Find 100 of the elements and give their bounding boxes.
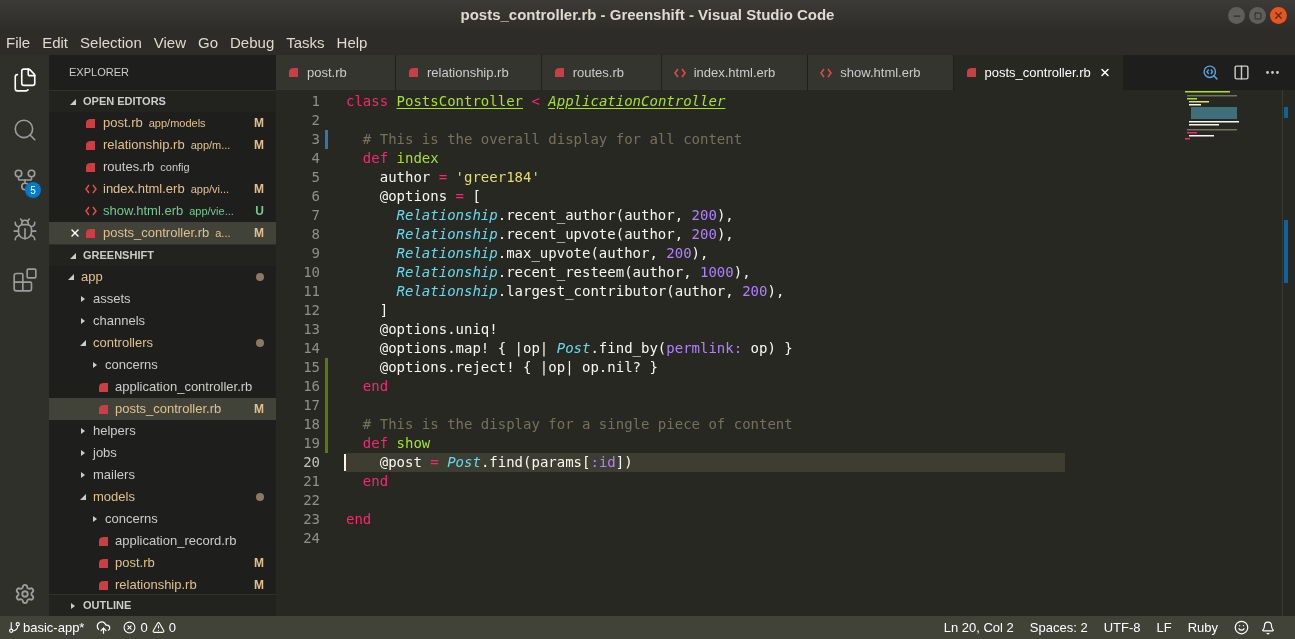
open-editor-item[interactable]: index.html.erb app/vi... M (49, 178, 276, 200)
code-brackets-icon (85, 184, 97, 194)
folder-row[interactable]: helpers (49, 420, 276, 442)
line-number: 24 (302, 529, 321, 548)
ruby-file-icon (98, 557, 109, 569)
ruby-file-icon (85, 117, 96, 129)
file-row[interactable]: application_controller.rb (49, 376, 276, 398)
ruby-file-icon (98, 403, 109, 415)
ruby-file-icon (85, 139, 96, 151)
file-path: app/vie... (189, 203, 234, 219)
folder-name: mailers (93, 466, 135, 485)
file-name: post.rb (103, 114, 143, 133)
line-number: 16 (302, 377, 321, 396)
folder-row[interactable]: concerns (49, 354, 276, 376)
folder-row[interactable]: channels (49, 310, 276, 332)
open-editor-item[interactable]: routes.rb config (49, 156, 276, 178)
caret-right-icon (91, 361, 99, 369)
file-row[interactable]: relationship.rb M (49, 574, 276, 594)
settings-icon[interactable] (13, 582, 36, 605)
file-name: relationship.rb (103, 136, 185, 155)
find-file-icon[interactable] (1202, 64, 1219, 81)
cloud-upload-icon[interactable] (96, 620, 112, 635)
code-line: Relationship.largest_contributor(author, 200), (395, 282, 785, 302)
file-path: app/vi... (190, 181, 230, 197)
indentation[interactable]: Spaces: 2 (1029, 617, 1088, 638)
caret-down-icon (69, 97, 77, 106)
bug-icon[interactable] (11, 217, 38, 243)
editor-tab[interactable]: post.rb (276, 55, 396, 90)
editor-tab[interactable]: index.html.erb (661, 55, 809, 90)
section-header[interactable]: GREENSHIFT (49, 244, 276, 266)
folder-row[interactable]: controllers (49, 332, 276, 354)
language-mode[interactable]: Ruby (1187, 617, 1218, 638)
code-line: # This is the display for a single piece of content (361, 415, 793, 434)
smiley-icon[interactable] (1234, 620, 1249, 635)
files-icon[interactable] (11, 67, 38, 93)
caret-right-icon (79, 449, 87, 457)
code-brackets-icon (85, 206, 97, 216)
open-editor-item[interactable]: relationship.rb app/m... M (49, 134, 276, 156)
section-header[interactable]: OUTLINE (49, 594, 276, 616)
folder-name: assets (93, 290, 131, 309)
code-line: ] (378, 301, 389, 320)
problems-indicator[interactable]: 0 0 (123, 617, 176, 638)
editor-tab[interactable]: show.html.erb (808, 55, 954, 90)
line-number: 12 (302, 301, 321, 320)
git-status: M (254, 401, 264, 418)
folder-row[interactable]: models (49, 486, 276, 508)
folder-row[interactable]: app (49, 266, 276, 288)
caret-right-icon (79, 317, 87, 325)
split-editor-icon[interactable] (1233, 64, 1250, 81)
close-icon[interactable] (69, 227, 81, 239)
folder-name: jobs (93, 444, 117, 463)
caret-right-icon (79, 471, 87, 479)
blocks-icon[interactable] (11, 267, 38, 293)
line-number: 18 (302, 415, 321, 434)
git-status: M (254, 181, 264, 198)
ruby-file-icon (288, 67, 299, 78)
file-row[interactable]: posts_controller.rb M (49, 398, 276, 420)
editor-tab[interactable]: routes.rb (541, 55, 662, 90)
folder-row[interactable]: mailers (49, 464, 276, 486)
menu-item[interactable]: View (153, 31, 186, 55)
open-editor-item[interactable]: posts_controller.rb a... M (49, 222, 276, 244)
menu-item[interactable]: Debug (230, 31, 275, 55)
code-brackets-icon (673, 67, 686, 78)
file-row[interactable]: application_record.rb (49, 530, 276, 552)
menu-item[interactable]: File (6, 31, 31, 55)
caret-right-icon (91, 515, 99, 523)
editor-tab[interactable]: posts_controller.rb (953, 55, 1124, 90)
folder-row[interactable]: jobs (49, 442, 276, 464)
menu-item[interactable]: Help (336, 31, 368, 55)
menu-item[interactable]: Edit (42, 31, 69, 55)
file-name: show.html.erb (103, 202, 184, 221)
sidebar-title: EXPLORER (69, 65, 129, 81)
file-name: application_controller.rb (115, 378, 253, 397)
ruby-file-icon (553, 67, 565, 78)
branch-icon[interactable] (11, 167, 38, 193)
folder-row[interactable]: concerns (49, 508, 276, 530)
close-icon[interactable] (1098, 66, 1111, 79)
code-line: def show (361, 434, 431, 453)
file-name: posts_controller.rb (103, 224, 210, 243)
open-editor-item[interactable]: post.rb app/models M (49, 112, 276, 134)
line-ending[interactable]: LF (1156, 617, 1172, 638)
git-status: M (254, 225, 264, 242)
ruby-file-icon (965, 67, 977, 78)
menu-item[interactable]: Go (198, 31, 218, 55)
cursor-position[interactable]: Ln 20, Col 2 (943, 617, 1014, 638)
section-header[interactable]: OPEN EDITORS (49, 90, 276, 112)
menu-item[interactable]: Tasks (286, 31, 325, 55)
bell-icon[interactable] (1261, 620, 1275, 635)
open-editor-item[interactable]: show.html.erb app/vie... U (49, 200, 276, 222)
close-button[interactable] (1270, 7, 1287, 24)
editor-tab[interactable]: relationship.rb (396, 55, 542, 90)
folder-row[interactable]: assets (49, 288, 276, 310)
encoding[interactable]: UTF-8 (1103, 617, 1141, 638)
code-line: Relationship.max_upvote(author, 200), (395, 244, 709, 264)
code-line: # This is the overall display for all content (361, 130, 743, 149)
code-line: @options = [ (378, 187, 481, 206)
branch-indicator[interactable]: basic-app* (8, 617, 85, 638)
file-row[interactable]: post.rb M (49, 552, 276, 574)
caret-right-icon (69, 601, 77, 610)
menu-item[interactable]: Selection (80, 31, 142, 55)
